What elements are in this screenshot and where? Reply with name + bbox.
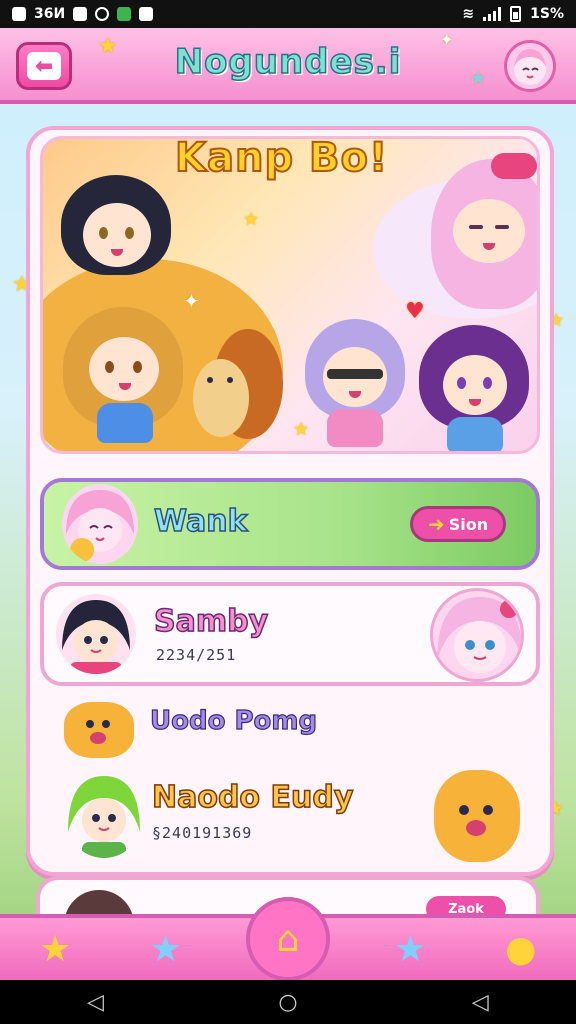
battery-icon	[510, 6, 522, 22]
bottom-nav: ★ ★ ⌂ ★ ●	[0, 897, 576, 981]
row-name: Uodo Pomg	[149, 705, 318, 736]
back-arrow-icon: ⬅	[27, 52, 61, 80]
row-name: Wank	[153, 503, 248, 540]
app-header: ⬅ ★ ✦ ★ Nogundes.i	[0, 28, 576, 104]
arrow-right-icon: ➜	[427, 512, 445, 536]
character-black-hair	[61, 175, 171, 285]
wifi-icon: ≋	[462, 6, 475, 22]
hero-banner[interactable]: Kanp Bo! ★ ✦ ★ ♥	[40, 136, 540, 454]
status-bar: 36И ≋ 1S%	[0, 0, 576, 28]
character-pink-long-hair	[431, 153, 537, 309]
avatar	[56, 594, 136, 674]
star-icon: ★	[470, 68, 487, 89]
nav-mascot-icon[interactable]: ●	[491, 921, 551, 977]
character-lavender	[305, 319, 405, 449]
notification-icon	[12, 7, 26, 21]
system-home-icon[interactable]: ○	[278, 990, 297, 1015]
list-row-wank[interactable]: Wank ➜ Sion	[40, 478, 540, 570]
row-subtitle: §240191369	[152, 824, 253, 842]
mascot-avatar	[434, 770, 520, 862]
signal-icon	[483, 7, 502, 21]
squirrel-mascot	[193, 329, 283, 439]
star-icon: ✦	[183, 289, 200, 313]
star-icon: ★	[98, 34, 118, 59]
app-icon	[117, 7, 132, 21]
battery-percent: 1S%	[530, 6, 564, 22]
main-card: Kanp Bo! ★ ✦ ★ ♥ Wank ➜ Sion Samby 2234/…	[26, 126, 554, 876]
list-row-naodo-eudy[interactable]: Naodo Eudy §240191369	[40, 770, 540, 870]
row-name: Samby	[153, 603, 269, 640]
character-purple	[419, 325, 529, 451]
system-nav-bar: ◁ ○ ◁	[0, 980, 576, 1024]
hero-title: Kanp Bo!	[174, 136, 389, 182]
star-icon: ★	[243, 209, 260, 230]
heart-icon: ♥	[405, 299, 425, 324]
calendar-icon	[73, 7, 88, 21]
avatar	[430, 588, 524, 682]
star-icon: ★	[293, 419, 310, 440]
mascot-avatar	[64, 702, 134, 758]
status-left-text: 36И	[34, 6, 66, 22]
sion-button[interactable]: ➜ Sion	[410, 506, 506, 542]
profile-avatar[interactable]	[504, 40, 556, 92]
system-recents-icon[interactable]: ◁	[472, 990, 489, 1015]
back-button[interactable]: ⬅	[16, 42, 72, 90]
sion-button-label: Sion	[448, 514, 489, 534]
alarm-icon	[95, 7, 110, 21]
system-back-icon[interactable]: ◁	[87, 990, 104, 1015]
app-title: Nogundes.i	[174, 41, 402, 83]
lock-icon	[139, 7, 154, 21]
row-subtitle: 2234/251	[156, 646, 237, 664]
avatar	[62, 484, 138, 564]
nav-star-icon[interactable]: ★	[25, 921, 85, 977]
row-name: Naodo Eudy	[151, 779, 354, 816]
list-row-uodo-pomg[interactable]: Uodo Pomg	[40, 696, 540, 766]
character-blonde	[63, 307, 183, 447]
nav-star-blue-icon[interactable]: ★	[136, 921, 196, 977]
nav-star-blue-icon[interactable]: ★	[380, 921, 440, 977]
list-row-samby[interactable]: Samby 2234/251	[40, 582, 540, 686]
avatar	[64, 772, 144, 858]
nav-home-icon[interactable]: ⌂	[245, 897, 330, 981]
